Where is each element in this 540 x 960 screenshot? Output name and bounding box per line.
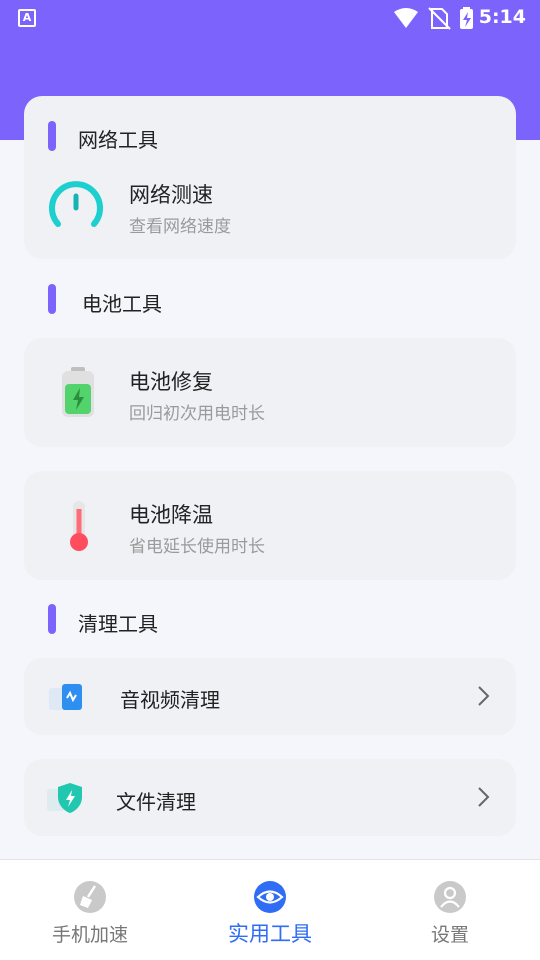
chevron-right-icon <box>478 787 490 807</box>
eye-icon <box>254 881 286 913</box>
speedometer-icon <box>49 181 103 227</box>
app-notification-icon: A <box>18 9 36 27</box>
battery-icon <box>62 367 94 417</box>
section-title-clean: 清理工具 <box>78 612 158 636</box>
item-subtitle: 省电延长使用时长 <box>129 537 265 557</box>
tab-settings[interactable]: 设置 <box>360 860 540 960</box>
tab-utility-tools[interactable]: 实用工具 <box>180 860 360 960</box>
item-subtitle: 查看网络速度 <box>129 217 231 237</box>
bottom-tab-bar: 手机加速 实用工具 设置 <box>0 859 540 960</box>
item-subtitle: 回归初次用电时长 <box>129 404 265 424</box>
user-icon <box>434 881 466 913</box>
tab-phone-boost[interactable]: 手机加速 <box>0 860 180 960</box>
thermometer-icon <box>70 501 88 551</box>
no-sim-icon <box>428 7 451 30</box>
broom-icon <box>74 881 106 913</box>
clock: 5:14 <box>478 6 526 28</box>
item-title: 网络测速 <box>129 183 213 207</box>
tab-label: 手机加速 <box>51 924 128 946</box>
network-speed-item[interactable]: 网络测速 查看网络速度 <box>24 166 516 256</box>
media-clean-item[interactable]: 音视频清理 <box>24 658 516 735</box>
status-icons <box>394 7 473 30</box>
network-tools-card: 网络工具 网络测速 查看网络速度 <box>24 96 516 259</box>
item-title: 音视频清理 <box>120 688 220 712</box>
section-title-battery: 电池工具 <box>82 292 162 316</box>
wifi-icon <box>394 8 418 28</box>
item-title: 文件清理 <box>116 790 196 814</box>
media-file-icon <box>49 684 82 710</box>
section-accent-bar <box>48 284 56 314</box>
file-clean-item[interactable]: 文件清理 <box>24 759 516 836</box>
shield-icon <box>47 783 82 813</box>
chevron-right-icon <box>478 686 490 706</box>
section-accent-bar <box>48 121 56 151</box>
battery-repair-item[interactable]: 电池修复 回归初次用电时长 <box>24 338 516 447</box>
item-title: 电池降温 <box>129 503 213 527</box>
section-accent-bar <box>48 604 56 634</box>
battery-charging-icon <box>460 7 473 29</box>
tab-label: 设置 <box>430 924 469 946</box>
battery-cooling-item[interactable]: 电池降温 省电延长使用时长 <box>24 471 516 580</box>
tab-label: 实用工具 <box>228 922 312 946</box>
status-bar: A 5:14 <box>0 0 540 36</box>
section-title-network: 网络工具 <box>78 128 158 152</box>
item-title: 电池修复 <box>129 370 213 394</box>
